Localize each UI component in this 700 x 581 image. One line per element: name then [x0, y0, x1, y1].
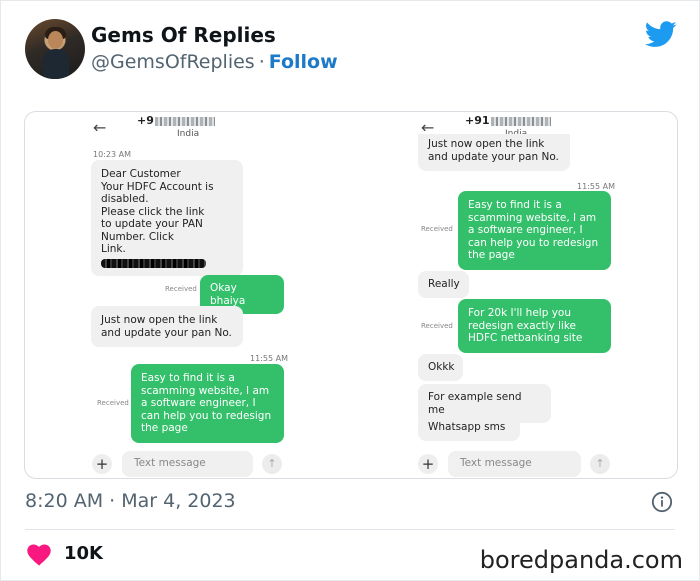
divider	[25, 529, 675, 530]
tweet-card: Gems Of Replies @GemsOfReplies · Follow ← …	[0, 0, 700, 581]
outgoing-message: Easy to find it is a scamming website, I…	[131, 364, 284, 443]
redacted-link	[101, 258, 206, 268]
phone-number: +9	[137, 114, 215, 127]
incoming-message: Okkk	[418, 354, 463, 381]
timestamp: 10:23 AM	[93, 150, 131, 159]
watermark: boredpanda.com	[479, 546, 683, 574]
twitter-bird-icon[interactable]	[645, 21, 677, 48]
phone-number: +91	[465, 114, 551, 127]
incoming-message: Whatsapp sms	[418, 414, 520, 441]
tweet-timestamp[interactable]: 8:20 AM · Mar 4, 2023	[25, 490, 236, 512]
incoming-message: Dear Customer Your HDFC Account is disab…	[91, 160, 243, 276]
like-count: 10K	[64, 543, 103, 564]
incoming-message: Just now open the link and update your p…	[91, 306, 243, 347]
left-conversation: ← +9 India 10:23 AM Dear Customer Your H…	[85, 112, 345, 478]
right-conversation: ← +91 India Just now open the link and u…	[415, 112, 675, 478]
follow-button[interactable]: Follow	[269, 51, 338, 73]
timestamp: 11:55 AM	[577, 182, 615, 191]
avatar[interactable]	[25, 19, 85, 79]
redacted-number	[154, 116, 215, 126]
info-icon[interactable]	[651, 491, 673, 513]
timestamp: 11:55 AM	[250, 354, 288, 363]
received-label: Received	[165, 285, 197, 293]
back-arrow-icon[interactable]: ←	[93, 118, 106, 137]
add-attachment-button[interactable]: +	[418, 454, 438, 474]
outgoing-message: For 20k I'll help you redesign exactly l…	[458, 299, 611, 353]
sms-screenshot: ← +9 India 10:23 AM Dear Customer Your H…	[24, 111, 678, 479]
received-label: Received	[421, 225, 453, 233]
send-icon[interactable]: ↑	[262, 454, 282, 474]
outgoing-message: Easy to find it is a scamming website, I…	[458, 191, 611, 270]
heart-icon[interactable]	[27, 544, 51, 566]
user-display-name[interactable]: Gems Of Replies	[91, 23, 276, 47]
incoming-message: Really	[418, 271, 469, 298]
text-message-input[interactable]: Text message	[122, 451, 253, 477]
received-label: Received	[421, 322, 453, 330]
user-handle[interactable]: @GemsOfReplies	[91, 51, 255, 73]
send-icon[interactable]: ↑	[590, 454, 610, 474]
country-label: India	[177, 129, 200, 139]
received-label: Received	[97, 399, 129, 407]
user-handle-line: @GemsOfReplies · Follow	[91, 51, 338, 73]
text-message-input[interactable]: Text message	[448, 451, 581, 477]
redacted-number	[490, 116, 551, 126]
incoming-message: Just now open the link and update your p…	[418, 134, 570, 171]
separator: ·	[258, 51, 265, 73]
add-attachment-button[interactable]: +	[92, 454, 112, 474]
